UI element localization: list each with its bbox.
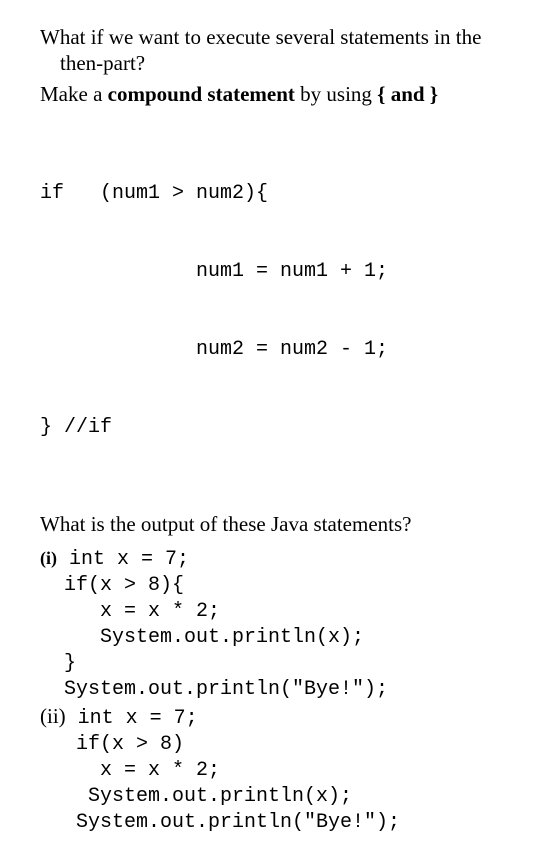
code-line: (i) int x = 7;	[40, 547, 500, 573]
part-i: (i) int x = 7; if(x > 8){ x = x * 2; Sys…	[40, 547, 500, 703]
code-line: if (num1 > num2){	[40, 181, 500, 207]
intro-instruction: Make a compound statement by using { and…	[40, 81, 500, 107]
code-line: System.out.println("Bye!");	[40, 677, 500, 703]
code-line: num1 = num1 + 1;	[40, 259, 500, 285]
code-text: int x = 7;	[57, 548, 189, 571]
intro-question: What if we want to execute several state…	[40, 24, 500, 77]
document-page: What if we want to execute several state…	[0, 0, 540, 860]
intro-and: and	[385, 82, 429, 106]
code-line: x = x * 2;	[40, 758, 500, 784]
code-line: (ii) int x = 7;	[40, 703, 500, 732]
part-ii: (ii) int x = 7; if(x > 8) x = x * 2; Sys…	[40, 703, 500, 836]
code-line: System.out.println(x);	[40, 784, 500, 810]
code-line: }	[40, 651, 500, 677]
code-line: num2 = num2 - 1;	[40, 337, 500, 363]
code-line: x = x * 2;	[40, 599, 500, 625]
brace-close: }	[430, 82, 438, 106]
code-text: int x = 7;	[66, 707, 198, 730]
intro-post: by using	[295, 82, 377, 106]
intro-bold: compound statement	[108, 82, 295, 106]
label-i: (i)	[40, 548, 57, 568]
code-line: if(x > 8){	[40, 573, 500, 599]
output-question: What is the output of these Java stateme…	[40, 511, 500, 537]
code-line: System.out.println(x);	[40, 625, 500, 651]
code-block-1: if (num1 > num2){ num1 = num1 + 1; num2 …	[40, 129, 500, 493]
code-line: } //if	[40, 415, 500, 441]
label-ii: (ii)	[40, 704, 66, 728]
intro-pre: Make a	[40, 82, 108, 106]
code-line: System.out.println("Bye!");	[40, 810, 500, 836]
code-line: if(x > 8)	[40, 732, 500, 758]
